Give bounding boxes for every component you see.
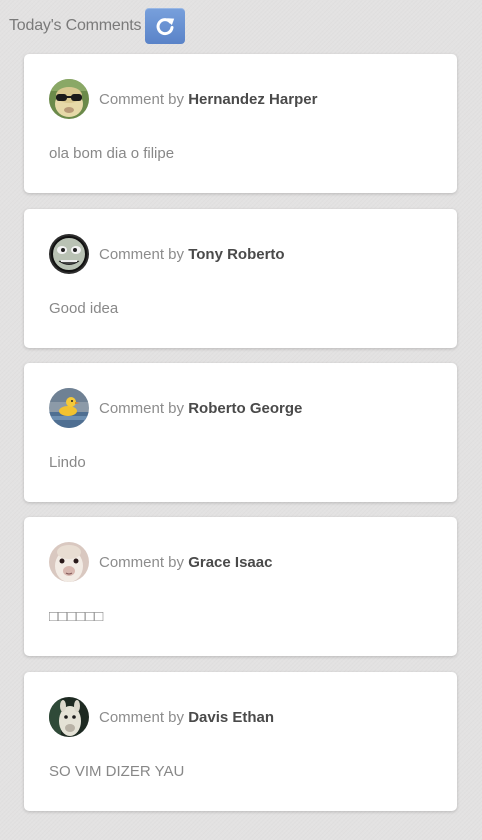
comment-card: Comment by Davis Ethan SO VIM DIZER YAU	[24, 672, 457, 811]
comment-prefix: Comment by	[99, 90, 185, 108]
comment-header: Comment by Davis Ethan	[49, 697, 274, 737]
comment-header: Comment by Hernandez Harper	[49, 79, 317, 119]
comment-header: Comment by Roberto George	[49, 388, 302, 428]
comment-byline: Comment by Hernandez Harper	[99, 91, 317, 108]
comment-text: □□□□□□	[49, 608, 104, 625]
comment-text: Good idea	[49, 300, 119, 317]
comment-byline: Comment by Davis Ethan	[99, 709, 274, 726]
page-title: Today's Comments	[9, 17, 142, 34]
comment-prefix: Comment by	[99, 245, 185, 263]
comment-card: Comment by Hernandez Harper ola bom dia …	[24, 54, 457, 193]
comment-author[interactable]: Tony Roberto	[188, 246, 284, 263]
avatar[interactable]	[49, 79, 89, 119]
comment-byline: Comment by Tony Roberto	[99, 246, 285, 263]
comment-card: Comment by Roberto George Lindo	[24, 363, 457, 502]
refresh-icon	[156, 18, 175, 36]
comment-header: Comment by Grace Isaac	[49, 542, 272, 582]
comment-text: SO VIM DIZER YAU	[49, 763, 185, 780]
avatar[interactable]	[49, 234, 89, 274]
comment-prefix: Comment by	[99, 399, 185, 417]
comment-card: Comment by Grace Isaac □□□□□□	[24, 517, 457, 656]
avatar[interactable]	[49, 388, 89, 428]
comment-text: Lindo	[49, 454, 86, 471]
comment-author[interactable]: Grace Isaac	[188, 554, 272, 571]
refresh-button[interactable]	[145, 8, 186, 44]
comment-card: Comment by Tony Roberto Good idea	[24, 209, 457, 348]
comment-prefix: Comment by	[99, 553, 185, 571]
comment-author[interactable]: Davis Ethan	[188, 709, 274, 726]
page-header: Today's Comments	[9, 8, 186, 44]
comment-byline: Comment by Grace Isaac	[99, 554, 272, 571]
comment-prefix: Comment by	[99, 708, 185, 726]
comment-author[interactable]: Hernandez Harper	[188, 91, 317, 108]
avatar[interactable]	[49, 542, 89, 582]
comment-author[interactable]: Roberto George	[188, 400, 302, 417]
comment-text: ola bom dia o filipe	[49, 145, 175, 162]
comment-byline: Comment by Roberto George	[99, 400, 302, 417]
avatar[interactable]	[49, 697, 89, 737]
comment-header: Comment by Tony Roberto	[49, 234, 285, 274]
